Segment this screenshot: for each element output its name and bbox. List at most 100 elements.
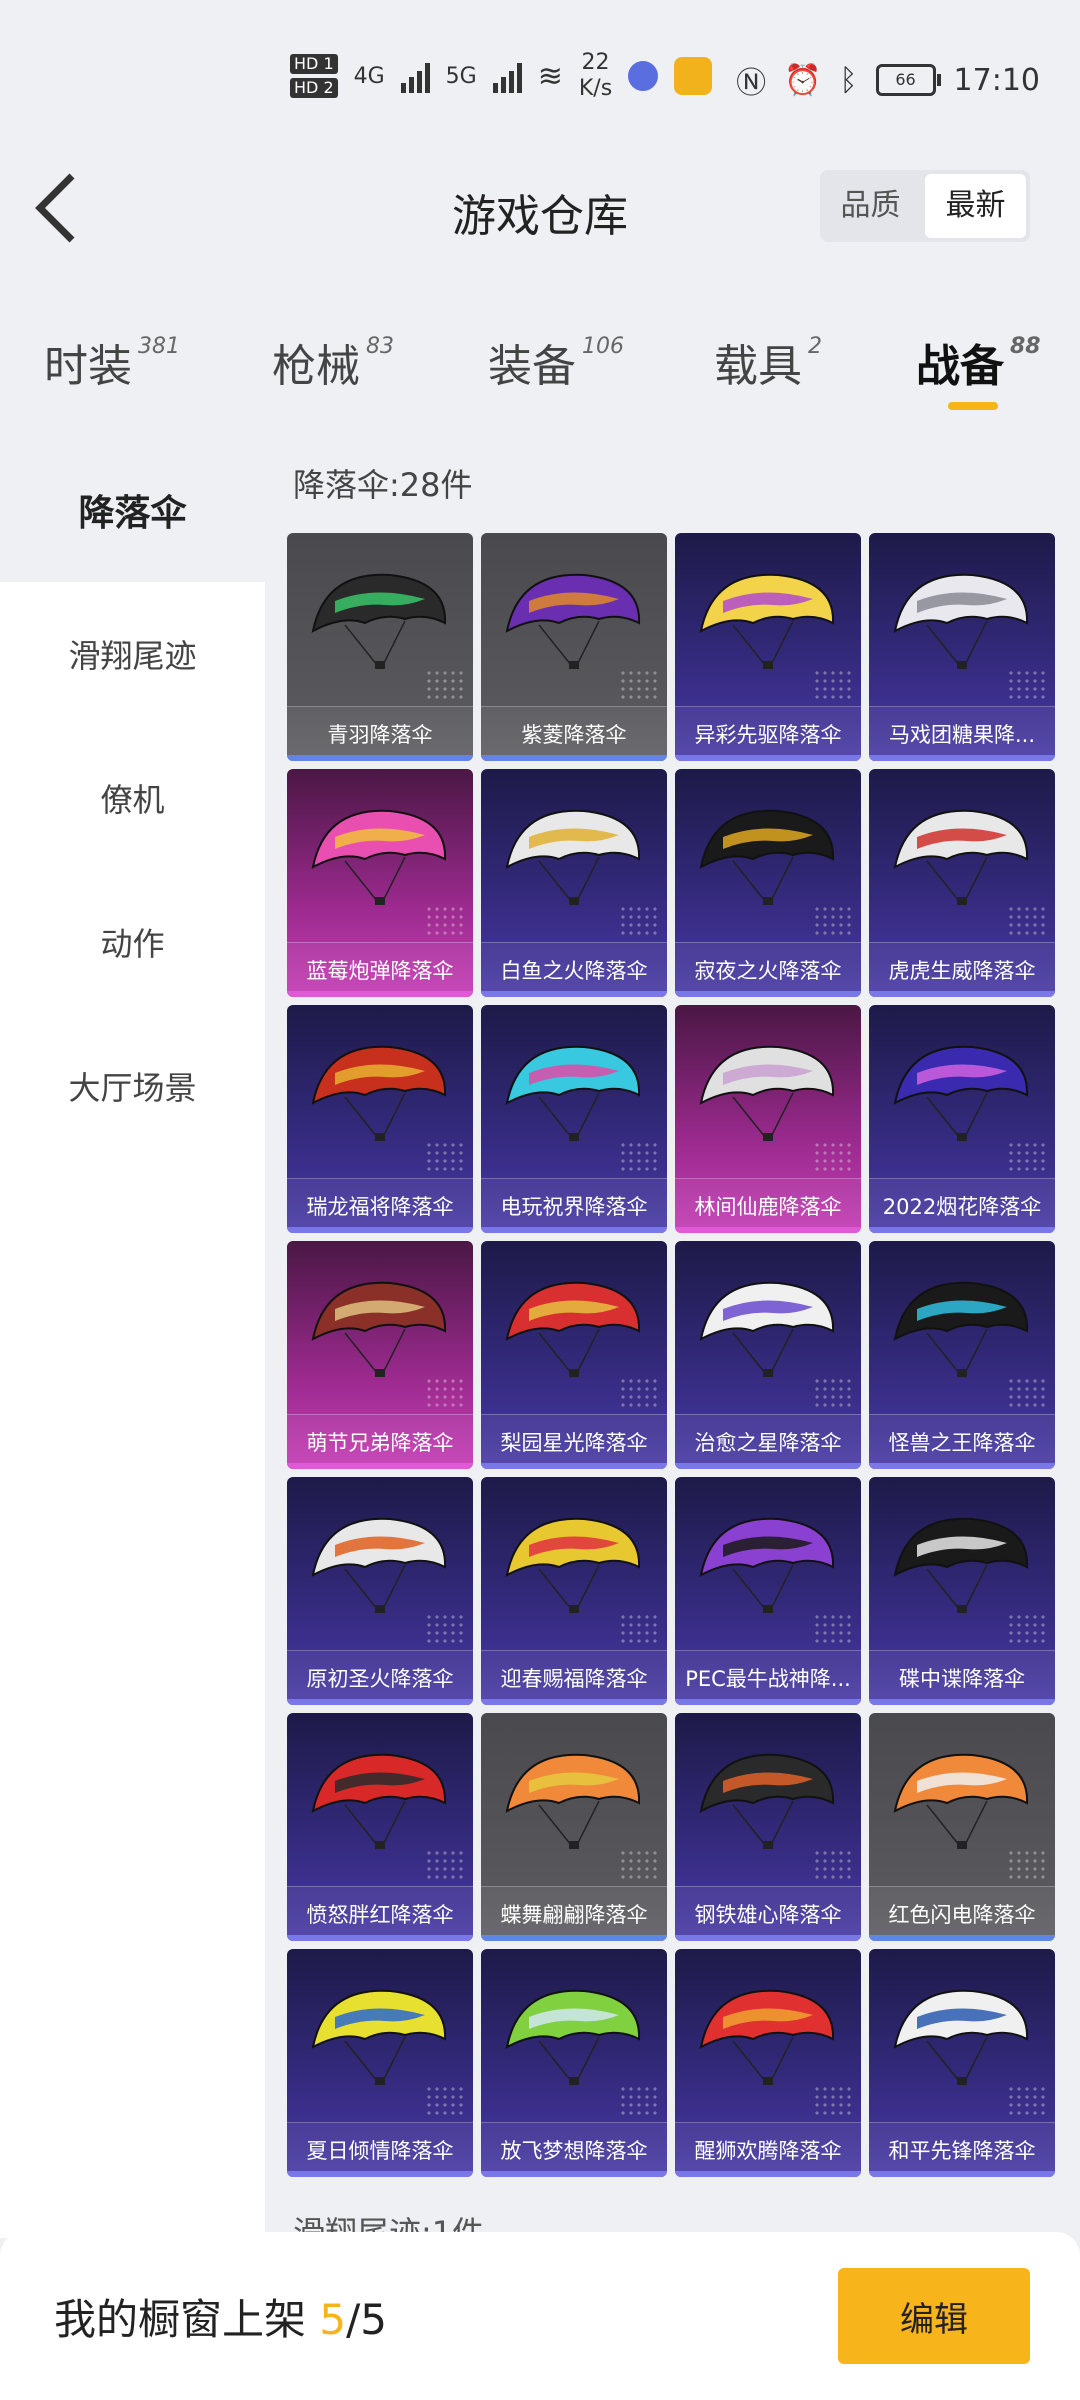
parachute-icon — [311, 1517, 447, 1613]
rarity-line — [675, 1699, 861, 1705]
edit-button[interactable]: 编辑 — [838, 2268, 1030, 2364]
parachute-item-card[interactable]: 治愈之星降落伞 — [675, 1241, 861, 1469]
item-name: 愤怒胖红降落伞 — [306, 1903, 454, 1927]
parachute-item-card[interactable]: 青羽降落伞 — [287, 533, 473, 761]
parachute-item-card[interactable]: 醒狮欢腾降落伞 — [675, 1949, 861, 2177]
rarity-line — [481, 755, 667, 761]
parachute-item-card[interactable]: 林间仙鹿降落伞 — [675, 1005, 861, 1233]
sidebar-item-lobby-scene[interactable]: 大厅场景 — [0, 1014, 265, 1158]
parachute-icon — [505, 1517, 641, 1613]
parachute-item-card[interactable]: 放飞梦想降落伞 — [481, 1949, 667, 2177]
item-name: 怪兽之王降落伞 — [888, 1431, 1036, 1455]
parachute-icon — [699, 1281, 835, 1377]
sidebar: 降落伞 滑翔尾迹 僚机 动作 大厅场景 — [0, 438, 265, 2238]
parachute-icon — [311, 1989, 447, 2085]
item-name: 瑞龙福将降落伞 — [306, 1195, 454, 1219]
rarity-line — [287, 1699, 473, 1705]
rarity-line — [869, 755, 1055, 761]
parachute-item-card[interactable]: 钢铁雄心降落伞 — [675, 1713, 861, 1941]
rarity-line — [675, 755, 861, 761]
tab-count: 381 — [138, 334, 180, 359]
parachute-item-card[interactable]: 原初圣火降落伞 — [287, 1477, 473, 1705]
item-name: 寂夜之火降落伞 — [694, 959, 842, 983]
parachute-icon — [893, 1753, 1029, 1849]
rarity-line — [481, 2171, 667, 2177]
parachute-item-card[interactable]: 蝶舞翩翩降落伞 — [481, 1713, 667, 1941]
rarity-line — [481, 1935, 667, 1941]
sidebar-item-wingman[interactable]: 僚机 — [0, 726, 265, 870]
parachute-item-card[interactable]: 碟中谍降落伞 — [869, 1477, 1055, 1705]
rarity-line — [287, 755, 473, 761]
tab-vehicles[interactable]: 载具 2 — [714, 330, 822, 394]
parachute-icon — [311, 809, 447, 905]
parachute-item-card[interactable]: 怪兽之王降落伞 — [869, 1241, 1055, 1469]
sort-newest-button[interactable]: 最新 — [925, 174, 1026, 238]
parachute-icon — [893, 809, 1029, 905]
parachute-item-card[interactable]: 异彩先驱降落伞 — [675, 533, 861, 761]
parachute-item-card[interactable]: 马戏团糖果降... — [869, 533, 1055, 761]
parachute-item-card[interactable]: 虎虎生威降落伞 — [869, 769, 1055, 997]
parachute-icon — [893, 1989, 1029, 2085]
parachute-item-card[interactable]: 夏日倾情降落伞 — [287, 1949, 473, 2177]
rarity-line — [869, 1935, 1055, 1941]
parachute-icon — [505, 809, 641, 905]
rarity-line — [675, 1227, 861, 1233]
tab-count: 106 — [582, 334, 624, 359]
parachute-item-card[interactable]: 愤怒胖红降落伞 — [287, 1713, 473, 1941]
item-name: 异彩先驱降落伞 — [694, 723, 842, 747]
parachute-item-card[interactable]: 白鱼之火降落伞 — [481, 769, 667, 997]
parachute-icon — [505, 1753, 641, 1849]
sidebar-item-parachute[interactable]: 降落伞 — [0, 438, 265, 582]
parachute-item-card[interactable]: 紫菱降落伞 — [481, 533, 667, 761]
hd2-badge: HD 2 — [290, 78, 338, 98]
parachute-icon — [699, 1989, 835, 2085]
tab-count: 83 — [366, 334, 394, 359]
parachute-icon — [505, 1989, 641, 2085]
tab-label: 战备 — [916, 341, 1004, 392]
tab-guns[interactable]: 枪械 83 — [272, 330, 394, 394]
net-5g-label: 5G — [445, 63, 477, 89]
parachute-item-card[interactable]: 瑞龙福将降落伞 — [287, 1005, 473, 1233]
alarm-icon: ⏰ — [784, 62, 822, 98]
tab-count: 88 — [1010, 334, 1041, 359]
item-name: 醒狮欢腾降落伞 — [694, 2139, 842, 2163]
item-name: 碟中谍降落伞 — [899, 1667, 1025, 1691]
item-name: 虎虎生威降落伞 — [888, 959, 1036, 983]
sidebar-item-glide-trail[interactable]: 滑翔尾迹 — [0, 582, 265, 726]
parachute-item-card[interactable]: 寂夜之火降落伞 — [675, 769, 861, 997]
item-name: 白鱼之火降落伞 — [500, 959, 648, 983]
tab-count: 2 — [808, 334, 822, 359]
parachute-item-card[interactable]: 2022烟花降落伞 — [869, 1005, 1055, 1233]
parachute-item-card[interactable]: 红色闪电降落伞 — [869, 1713, 1055, 1941]
item-name: 放飞梦想降落伞 — [500, 2139, 648, 2163]
parachute-icon — [505, 1281, 641, 1377]
parachute-item-card[interactable]: 萌节兄弟降落伞 — [287, 1241, 473, 1469]
item-content: 降落伞:28件 青羽降落伞 紫菱降落伞 异彩先驱降落伞 马戏团糖果降... 蓝莓炮弹降落… — [265, 438, 1080, 2252]
parachute-item-card[interactable]: 蓝莓炮弹降落伞 — [287, 769, 473, 997]
parachute-icon — [699, 1753, 835, 1849]
parachute-icon — [893, 573, 1029, 669]
parachute-item-card[interactable]: 梨园星光降落伞 — [481, 1241, 667, 1469]
hd-badges: HD 1 HD 2 — [290, 54, 338, 98]
parachute-icon — [893, 1517, 1029, 1613]
music-app-icon — [628, 61, 659, 91]
parachute-item-card[interactable]: 迎春赐福降落伞 — [481, 1477, 667, 1705]
tab-combat-gear[interactable]: 战备 88 — [916, 330, 1041, 394]
bottom-bar: 我的橱窗上架 5/5 编辑 — [0, 2232, 1080, 2400]
net-speed-value: 22 — [581, 50, 610, 75]
parachute-icon — [505, 1045, 641, 1141]
showcase-label: 我的橱窗上架 — [54, 2295, 307, 2344]
parachute-icon — [311, 573, 447, 669]
parachute-item-card[interactable]: PEC最牛战神降... — [675, 1477, 861, 1705]
clock: 17:10 — [953, 62, 1040, 98]
rarity-line — [287, 991, 473, 997]
parachute-item-card[interactable]: 和平先锋降落伞 — [869, 1949, 1055, 2177]
tab-equipment[interactable]: 装备 106 — [488, 330, 624, 394]
parachute-icon — [505, 573, 641, 669]
rarity-line — [869, 991, 1055, 997]
parachute-item-card[interactable]: 电玩祝界降落伞 — [481, 1005, 667, 1233]
signal-icon — [400, 59, 430, 93]
tab-fashion[interactable]: 时装 381 — [44, 330, 180, 394]
sidebar-item-emote[interactable]: 动作 — [0, 870, 265, 1014]
sort-quality-button[interactable]: 品质 — [820, 170, 921, 242]
